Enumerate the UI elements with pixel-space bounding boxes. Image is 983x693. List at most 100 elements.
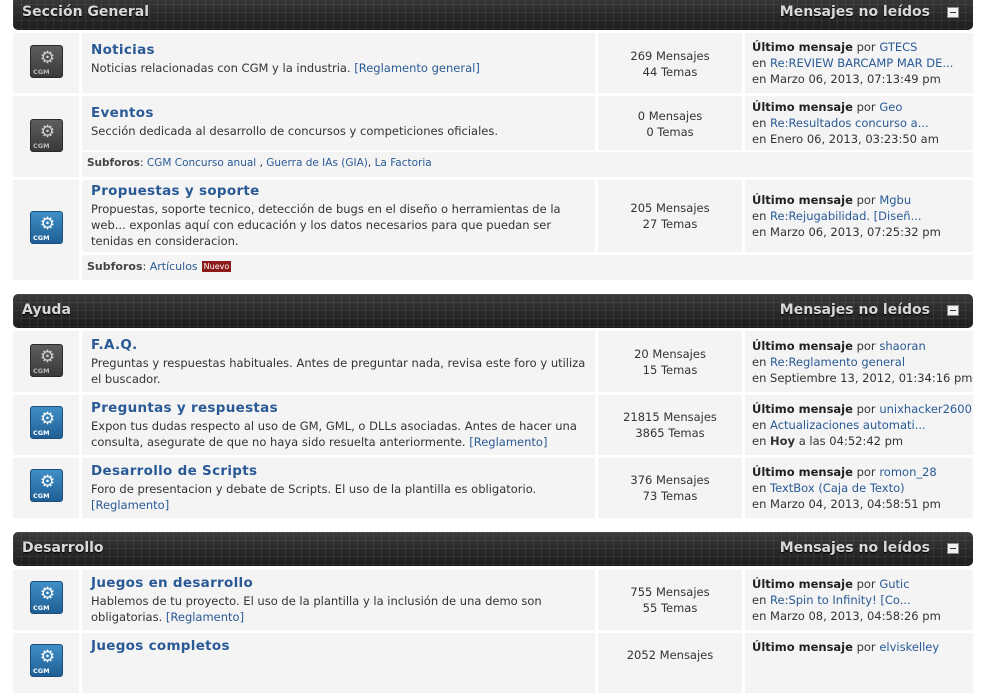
board-name-link[interactable]: Noticias [91, 42, 586, 58]
board-icon-cell: ⚙ CGM [13, 458, 79, 518]
board-icon-cell: ⚙ CGM [13, 633, 79, 693]
rules-link[interactable]: [Reglamento] [166, 610, 244, 624]
last-post-user-link[interactable]: elviskelley [879, 640, 939, 654]
gear-icon: ⚙ [39, 409, 56, 429]
board-row-juegos-completos: ⚙ CGM Juegos completos 2052 Mensajes Últ… [13, 633, 973, 693]
board-name-link[interactable]: Juegos en desarrollo [91, 575, 586, 591]
last-post: Último mensaje por Gutic en Re:Spin to I… [745, 570, 973, 630]
board-row-scripts: ⚙ CGM Desarrollo de Scripts Foro de pres… [13, 458, 973, 518]
category-title[interactable]: Ayuda [22, 302, 71, 318]
gear-icon: ⚙ [39, 122, 56, 142]
last-post-user-link[interactable]: shaoran [879, 339, 925, 353]
board-stats: 21815 Mensajes 3865 Temas [598, 395, 742, 455]
last-post-date: en Marzo 06, 2013, 07:25:32 pm [752, 225, 941, 239]
board-row-propuestas: ⚙ CGM Propuestas y soporte Propuestas, s… [13, 180, 973, 280]
board-info: Eventos Sección dedicada al desarrollo d… [82, 96, 595, 150]
subforos-row: Subforos: CGM Concurso anual , Guerra de… [82, 152, 973, 177]
board-row-preguntas: ⚙ CGM Preguntas y respuestas Expon tus d… [13, 395, 973, 455]
board-name-link[interactable]: Propuestas y soporte [91, 183, 586, 199]
subforo-link[interactable]: Artículos [150, 260, 198, 273]
topics-count: 15 Temas [642, 363, 698, 377]
board-description: Sección dedicada al desarrollo de concur… [91, 124, 498, 138]
board-stats: 269 Mensajes 44 Temas [598, 33, 742, 93]
subforo-link[interactable]: Guerra de IAs (GIA) [266, 157, 368, 169]
board-icon-cell: ⚙ CGM [13, 570, 79, 630]
category-title[interactable]: Sección General [22, 4, 149, 20]
board-status-icon[interactable]: ⚙ CGM [30, 45, 63, 78]
gear-icon: ⚙ [39, 347, 56, 367]
collapse-icon[interactable] [947, 543, 959, 554]
unread-posts-link[interactable]: Mensajes no leídos [780, 302, 930, 318]
posts-count: 2052 Mensajes [626, 648, 714, 662]
last-post: Último mensaje por unixhacker2600 en Act… [745, 395, 973, 455]
board-description: Expon tus dudas respecto al uso de GM, G… [91, 419, 577, 449]
gear-icon: ⚙ [39, 584, 56, 604]
board-status-icon[interactable]: ⚙ CGM [30, 211, 63, 244]
board-status-icon[interactable]: ⚙ CGM [30, 406, 63, 439]
last-post-user-link[interactable]: Mgbu [879, 193, 911, 207]
last-post-topic-link[interactable]: Re:Rejugabilidad. [Diseñ... [770, 209, 922, 223]
board-status-icon[interactable]: ⚙ CGM [30, 119, 63, 152]
board-status-icon[interactable]: ⚙ CGM [30, 344, 63, 377]
posts-count: 755 Mensajes [630, 585, 710, 599]
board-status-icon[interactable]: ⚙ CGM [30, 644, 63, 677]
board-stats: 755 Mensajes 55 Temas [598, 570, 742, 630]
board-icon-cell: ⚙ CGM [13, 395, 79, 455]
collapse-icon[interactable] [947, 7, 959, 18]
last-post-topic-link[interactable]: Re:REVIEW BARCAMP MAR DE... [770, 56, 953, 70]
board-icon-cell: ⚙ CGM [13, 96, 79, 177]
board-stats: 20 Mensajes 15 Temas [598, 331, 742, 392]
last-post-user-link[interactable]: Gutic [879, 577, 909, 591]
board-row-faq: ⚙ CGM F.A.Q. Preguntas y respuestas habi… [13, 331, 973, 392]
last-post-user-link[interactable]: GTECS [879, 40, 917, 54]
posts-count: 0 Mensajes [637, 109, 703, 123]
last-post-user-link[interactable]: romon_28 [879, 465, 936, 479]
board-info: Preguntas y respuestas Expon tus dudas r… [82, 395, 595, 455]
last-post-user-link[interactable]: unixhacker2600 [879, 402, 972, 416]
unread-posts-link[interactable]: Mensajes no leídos [780, 540, 930, 556]
category-title[interactable]: Desarrollo [22, 540, 104, 556]
board-name-link[interactable]: Juegos completos [91, 638, 586, 654]
board-name-link[interactable]: Preguntas y respuestas [91, 400, 586, 416]
unread-posts-link[interactable]: Mensajes no leídos [780, 4, 930, 20]
gear-icon: ⚙ [39, 48, 56, 68]
board-row-eventos: ⚙ CGM Eventos Sección dedicada al desarr… [13, 96, 973, 177]
topics-count: 3865 Temas [635, 426, 705, 440]
last-post-user-link[interactable]: Geo [879, 100, 902, 114]
topics-count: 44 Temas [642, 65, 698, 79]
posts-count: 269 Mensajes [630, 49, 710, 63]
rules-link[interactable]: [Reglamento] [91, 498, 169, 512]
posts-count: 20 Mensajes [634, 347, 706, 361]
board-stats: 2052 Mensajes [598, 633, 742, 693]
board-name-link[interactable]: Eventos [91, 105, 586, 121]
subforo-link[interactable]: CGM Concurso anual [147, 157, 256, 169]
board-description: Propuestas, soporte tecnico, detección d… [91, 202, 561, 248]
last-post-topic-link[interactable]: Re:Spin to Infinity! [Co... [770, 593, 911, 607]
subforo-link[interactable]: La Factoria [375, 157, 432, 169]
last-post: Último mensaje por Mgbu en Re:Rejugabili… [745, 180, 973, 252]
category-header-ayuda[interactable]: Ayuda Mensajes no leídos [13, 294, 973, 328]
board-description: Foro de presentacion y debate de Scripts… [91, 482, 537, 512]
board-stats: 0 Mensajes 0 Temas [598, 96, 742, 150]
last-post-topic-link[interactable]: Actualizaciones automati... [770, 418, 926, 432]
board-status-icon[interactable]: ⚙ CGM [30, 469, 63, 502]
last-post-topic-link[interactable]: TextBox (Caja de Texto) [770, 481, 905, 495]
category-header-seccion-general[interactable]: Sección General Mensajes no leídos [13, 0, 973, 30]
rules-link[interactable]: [Reglamento general] [354, 61, 480, 75]
last-post-date: en Enero 06, 2013, 03:23:50 am [752, 132, 939, 146]
last-post: Último mensaje por romon_28 en TextBox (… [745, 458, 973, 518]
last-post-date: en Marzo 06, 2013, 07:13:49 pm [752, 72, 941, 86]
board-description: Preguntas y respuestas habituales. Antes… [91, 356, 586, 386]
collapse-icon[interactable] [947, 305, 959, 316]
board-stats: 376 Mensajes 73 Temas [598, 458, 742, 518]
rules-link[interactable]: [Reglamento] [469, 435, 547, 449]
last-post-topic-link[interactable]: Re:Reglamento general [770, 355, 905, 369]
last-post-topic-link[interactable]: Re:Resultados concurso a... [770, 116, 929, 130]
last-post: Último mensaje por Geo en Re:Resultados … [745, 96, 973, 150]
last-post: Último mensaje por shaoran en Re:Reglame… [745, 331, 973, 392]
category-header-desarrollo[interactable]: Desarrollo Mensajes no leídos [13, 532, 973, 566]
board-name-link[interactable]: Desarrollo de Scripts [91, 463, 586, 479]
board-name-link[interactable]: F.A.Q. [91, 337, 586, 353]
board-status-icon[interactable]: ⚙ CGM [30, 581, 63, 614]
last-post-date: en Hoy a las 04:52:42 pm [752, 434, 904, 448]
